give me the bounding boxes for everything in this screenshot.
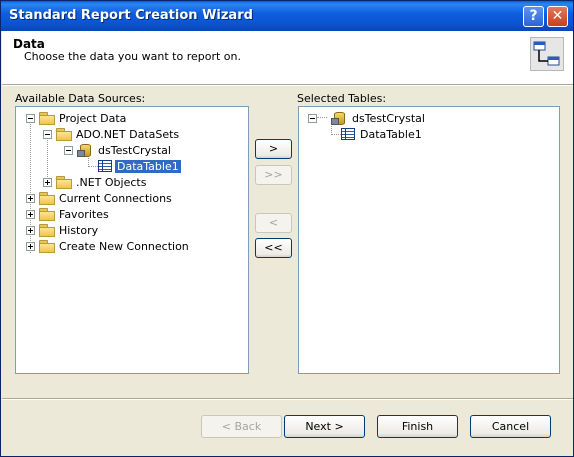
tree-node-label: .NET Objects	[76, 175, 147, 189]
tree-node-datatable1[interactable]: DataTable1	[98, 158, 181, 174]
tree-node-ado-net-datasets[interactable]: ADO.NET DataSets	[43, 126, 181, 142]
dataset-icon	[77, 143, 93, 157]
collapse-icon[interactable]	[43, 129, 52, 139]
expand-icon[interactable]	[26, 193, 35, 203]
next-button[interactable]: Next >	[284, 415, 365, 438]
folder-icon	[39, 112, 55, 125]
data-wizard-icon	[530, 37, 564, 71]
title-bar[interactable]: Standard Report Creation Wizard ? ✕	[1, 1, 573, 31]
available-sources-label: Available Data Sources:	[15, 92, 146, 105]
folder-icon	[39, 224, 55, 237]
expand-icon[interactable]	[26, 225, 35, 235]
window-title: Standard Report Creation Wizard	[9, 8, 253, 23]
tree-node-dstestcrystal[interactable]: dsTestCrystal	[64, 142, 173, 158]
footer-divider-highlight	[2, 399, 573, 400]
dataset-icon	[331, 111, 347, 125]
tree-line	[331, 134, 341, 136]
available-sources-tree[interactable]: Project Data ADO.NET DataSets dsTestCrys…	[15, 106, 249, 374]
tree-node-label: History	[59, 223, 99, 237]
tree-node-create-new-connection[interactable]: Create New Connection	[26, 238, 191, 254]
collapse-icon[interactable]	[26, 113, 35, 123]
expand-icon[interactable]	[43, 177, 52, 187]
help-button[interactable]: ?	[523, 6, 544, 27]
finish-button[interactable]: Finish	[377, 415, 458, 438]
tree-node-label: dsTestCrystal	[352, 111, 425, 125]
wizard-window: Standard Report Creation Wizard ? ✕ Data…	[0, 0, 574, 457]
selected-tables-label: Selected Tables:	[297, 92, 387, 105]
tree-node-label: Current Connections	[59, 191, 172, 205]
tree-node-net-objects[interactable]: .NET Objects	[43, 174, 148, 190]
tree-node-project-data[interactable]: Project Data	[26, 110, 128, 126]
cancel-button[interactable]: Cancel	[470, 415, 551, 438]
remove-table-button[interactable]: <	[255, 213, 292, 233]
page-subtitle: Choose the data you want to report on.	[24, 50, 241, 63]
tree-node-label: Create New Connection	[59, 239, 189, 253]
tree-node-dstestcrystal[interactable]: dsTestCrystal	[308, 110, 427, 126]
tree-node-label: DataTable1	[115, 159, 181, 173]
page-title: Data	[13, 37, 45, 51]
expand-icon[interactable]	[26, 209, 35, 219]
tree-node-label: ADO.NET DataSets	[76, 127, 180, 141]
remove-all-tables-button[interactable]: <<	[255, 238, 292, 258]
collapse-icon[interactable]	[64, 145, 73, 155]
selected-tables-tree[interactable]: dsTestCrystal DataTable1	[298, 106, 560, 374]
folder-icon	[56, 128, 72, 141]
add-table-button[interactable]: >	[255, 139, 292, 159]
back-button[interactable]: < Back	[201, 415, 282, 438]
folder-icon	[56, 176, 72, 189]
add-all-tables-button[interactable]: >>	[255, 165, 292, 185]
folder-icon	[39, 240, 55, 253]
table-icon	[341, 128, 355, 140]
tree-node-current-connections[interactable]: Current Connections	[26, 190, 174, 206]
expand-icon[interactable]	[26, 241, 35, 251]
tree-node-label: dsTestCrystal	[98, 143, 171, 157]
tree-node-favorites[interactable]: Favorites	[26, 206, 111, 222]
tree-node-label: Favorites	[59, 207, 109, 221]
collapse-icon[interactable]	[308, 113, 317, 123]
folder-icon	[39, 208, 55, 221]
tree-node-history[interactable]: History	[26, 222, 100, 238]
close-button[interactable]: ✕	[547, 6, 568, 27]
tree-line	[88, 166, 98, 168]
tree-line	[47, 137, 49, 177]
tree-node-label: DataTable1	[360, 127, 422, 141]
wizard-header: Data Choose the data you want to report …	[2, 31, 573, 85]
tree-node-label: Project Data	[59, 111, 127, 125]
tree-node-datatable1[interactable]: DataTable1	[341, 126, 424, 142]
table-icon	[98, 160, 112, 172]
header-divider	[2, 85, 573, 86]
folder-icon	[39, 192, 55, 205]
